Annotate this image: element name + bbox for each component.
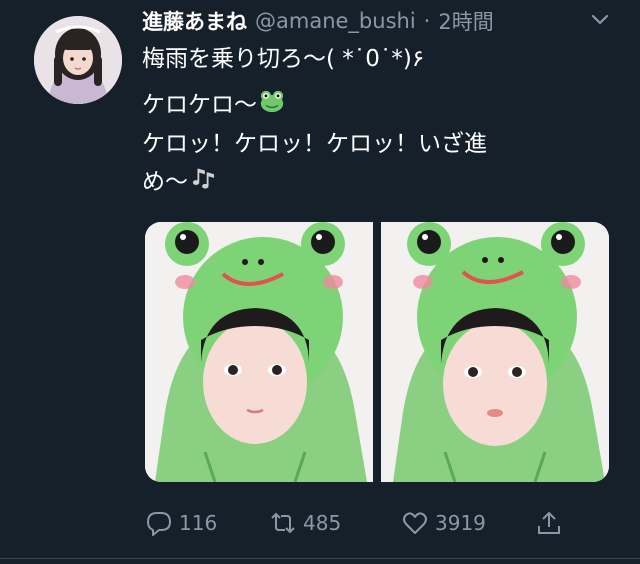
avatar[interactable] [34,16,122,104]
tweet-actions: 116 485 3919 [145,505,575,541]
reply-button[interactable]: 116 [145,509,217,537]
retweet-count: 485 [303,511,342,535]
reply-count: 116 [179,511,218,535]
divider [0,558,640,559]
chevron-down-icon[interactable] [590,10,610,30]
like-button[interactable]: 3919 [401,509,486,537]
retweet-button[interactable]: 485 [269,509,341,537]
musical-notes-icon [190,163,216,201]
tweet-text-line-content: ケロケロ〜 [142,92,257,118]
tweet-text-line: 梅雨を乗り切ろ〜( *˙0˙*)۶ [142,46,425,72]
tweet-photo-2[interactable] [381,222,609,482]
author-name[interactable]: 進藤あまね [142,6,247,36]
separator-dot: · [423,9,431,33]
share-button[interactable] [535,509,563,537]
like-icon [403,512,427,534]
author-handle[interactable]: @amane_bushi [255,9,416,33]
like-count: 3919 [435,511,486,535]
tweet-header: 進藤あまね @amane_bushi · 2時間 [142,8,494,34]
tweet-text-line: ケロケロ〜 [142,86,612,125]
tweet-text-line: め〜 [142,163,612,202]
reply-icon [147,512,171,536]
tweet-text-line-content: め〜 [142,168,188,195]
frog-emoji-icon [259,87,285,125]
tweet-photo-1[interactable] [145,222,373,482]
tweet-timestamp[interactable]: 2時間 [438,6,493,36]
tweet-text-line: ケロッ！ケロッ！ケロッ！いざ進 [142,130,487,157]
tweet-text: 梅雨を乗り切ろ〜( *˙0˙*)۶ ケロケロ〜 ケロッ！ケロッ！ケロッ！いざ進 … [142,40,612,201]
share-icon [538,511,560,534]
retweet-icon [271,512,295,534]
tweet-media[interactable] [145,222,609,482]
